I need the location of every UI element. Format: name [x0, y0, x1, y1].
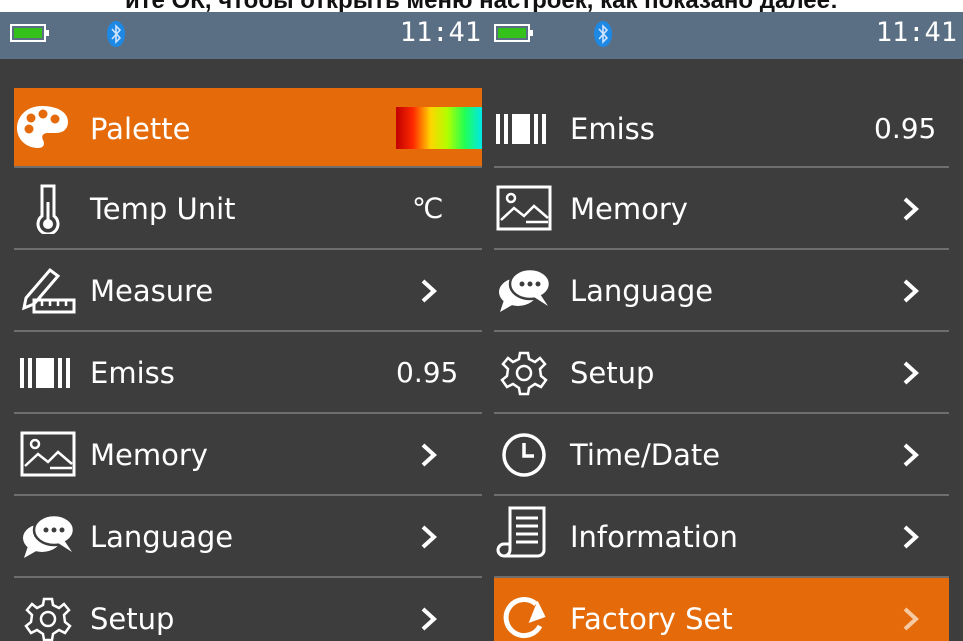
palette-icon — [17, 106, 68, 148]
menu-label-language: Language — [90, 520, 234, 554]
menu-label-information: Information — [570, 520, 738, 554]
chevron-right-icon — [903, 443, 919, 467]
device-screen-right: 11:41 Emiss 0.95 Memory Language Setup T… — [489, 12, 963, 641]
chevron-right-icon — [421, 443, 437, 467]
chevron-right-icon — [903, 279, 919, 303]
emissivity-icon — [496, 114, 546, 144]
menu-item-emiss[interactable]: Emiss 0.95 — [494, 88, 949, 168]
menu-label-temp-unit: Temp Unit — [90, 192, 236, 226]
menu-item-memory[interactable]: Memory — [494, 168, 949, 248]
clock-icon — [502, 433, 546, 477]
device-screen-left: 11:41 Palette Temp Unit ℃ Measure Emiss … — [0, 12, 489, 641]
battery-icon — [494, 24, 533, 42]
clock-time: 11:41 — [399, 17, 481, 48]
menu-label-emiss: Emiss — [570, 112, 655, 146]
memory-image-icon — [496, 185, 552, 231]
menu-label-measure: Measure — [90, 274, 214, 308]
menu-item-time-date[interactable]: Time/Date — [494, 414, 949, 494]
menu-item-factory-set[interactable]: Factory Set — [494, 578, 949, 641]
thermometer-icon — [36, 184, 60, 234]
menu-label-memory: Memory — [570, 192, 688, 226]
menu-item-language[interactable]: Language — [14, 496, 482, 576]
menu-label-setup: Setup — [570, 356, 655, 390]
chevron-right-icon — [421, 279, 437, 303]
menu-item-setup[interactable]: Setup — [14, 578, 482, 641]
chevron-right-icon — [421, 525, 437, 549]
menu-label-emiss: Emiss — [90, 356, 175, 390]
status-bar: 11:41 — [0, 12, 489, 59]
chevron-right-icon — [903, 197, 919, 221]
battery-icon — [10, 24, 49, 42]
emiss-value: 0.95 — [396, 356, 459, 389]
bluetooth-icon — [594, 21, 612, 47]
language-chat-icon — [499, 267, 552, 312]
emiss-value: 0.95 — [874, 112, 937, 145]
emissivity-icon — [20, 358, 70, 388]
menu-item-language[interactable]: Language — [494, 250, 949, 330]
palette-color-bar — [396, 107, 482, 149]
menu-item-measure[interactable]: Measure — [14, 250, 482, 330]
measure-ruler-icon — [21, 267, 76, 314]
gear-icon — [24, 597, 72, 641]
menu-label-language: Language — [570, 274, 714, 308]
menu-label-palette: Palette — [90, 112, 191, 146]
menu-item-temp-unit[interactable]: Temp Unit ℃ — [14, 168, 482, 248]
menu-label-setup: Setup — [90, 602, 175, 636]
menu-item-memory[interactable]: Memory — [14, 414, 482, 494]
temp-unit-value: ℃ — [412, 192, 444, 225]
clock-time: 11:41 — [875, 17, 957, 48]
information-document-icon — [496, 506, 546, 558]
status-bar: 11:41 — [489, 12, 963, 59]
language-chat-icon — [23, 513, 76, 558]
menu-item-setup[interactable]: Setup — [494, 332, 949, 412]
menu-label-factory-set: Factory Set — [570, 602, 733, 636]
memory-image-icon — [20, 431, 76, 477]
menu-label-time-date: Time/Date — [570, 438, 721, 472]
factory-reset-icon — [503, 597, 546, 638]
menu-item-palette[interactable]: Palette — [14, 88, 482, 168]
menu-item-emiss[interactable]: Emiss 0.95 — [14, 332, 482, 412]
menu-label-memory: Memory — [90, 438, 208, 472]
gear-icon — [500, 351, 548, 396]
chevron-right-icon — [903, 607, 919, 631]
chevron-right-icon — [903, 361, 919, 385]
bluetooth-icon — [107, 21, 125, 47]
menu-item-information[interactable]: Information — [494, 496, 949, 576]
chevron-right-icon — [903, 525, 919, 549]
chevron-right-icon — [421, 607, 437, 631]
